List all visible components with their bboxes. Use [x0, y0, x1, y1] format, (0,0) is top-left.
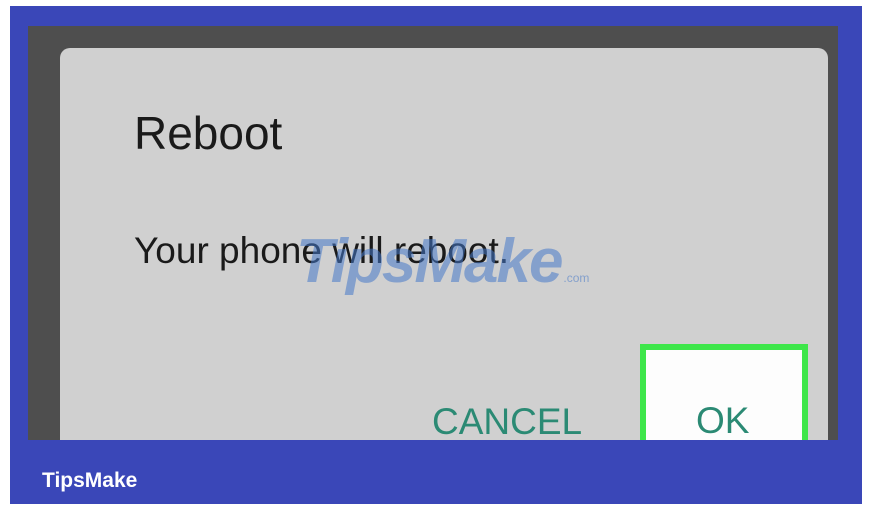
- reboot-dialog: Reboot Your phone will reboot. CANCEL OK: [60, 48, 828, 440]
- dialog-title: Reboot: [134, 107, 283, 159]
- footer-brand: TipsMake: [42, 469, 138, 492]
- image-frame: Reboot Your phone will reboot. CANCEL OK…: [0, 0, 870, 510]
- phone-screen: Reboot Your phone will reboot. CANCEL OK: [28, 26, 838, 440]
- cancel-button[interactable]: CANCEL: [426, 402, 588, 440]
- dialog-message: Your phone will reboot.: [134, 230, 510, 271]
- ok-button-highlight[interactable]: OK: [640, 344, 808, 440]
- ok-button[interactable]: OK: [696, 402, 749, 439]
